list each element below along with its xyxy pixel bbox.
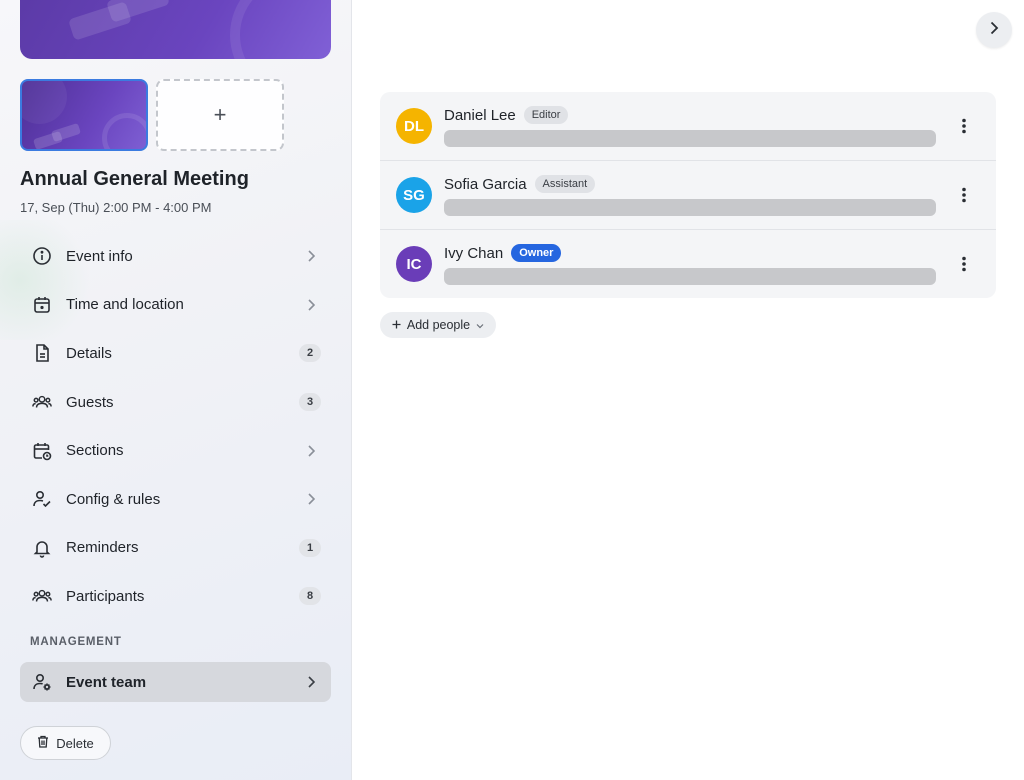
count-badge: 2 (299, 344, 321, 363)
more-options-icon[interactable] (954, 185, 974, 205)
nav-label: Sections (66, 442, 124, 460)
info-icon (32, 246, 52, 266)
member-name-line: Daniel Lee Editor (444, 106, 569, 124)
user-check-icon (32, 489, 52, 509)
event-cover-image (20, 0, 331, 59)
chevron-right-icon (307, 444, 317, 458)
role-badge-owner: Owner (511, 244, 562, 262)
sidebar: + Annual General Meeting 17, Sep (Thu) 2… (0, 0, 352, 780)
member-name: Ivy Chan (444, 245, 504, 262)
document-icon (32, 343, 52, 363)
group-icon (32, 586, 52, 606)
member-name: Daniel Lee (444, 107, 516, 124)
nav-label: Details (66, 344, 112, 362)
member-detail-placeholder (444, 268, 936, 285)
event-team-list: DL Daniel Lee Editor SG Sofia Garcia Assis… (380, 92, 996, 298)
member-name: Sofia Garcia (444, 176, 527, 193)
cover-thumbnail-selected[interactable] (20, 79, 148, 151)
nav-label: Time and location (66, 296, 184, 314)
nav-label: Reminders (66, 539, 139, 557)
team-member-row[interactable]: IC Ivy Chan Owner (380, 230, 996, 298)
avatar: IC (396, 246, 432, 282)
group-icon (32, 392, 52, 412)
chevron-right-icon (307, 298, 317, 312)
nav-item-reminders[interactable]: Reminders 1 (20, 524, 331, 573)
event-nav: Event info Time and location Details 2 G… (20, 232, 331, 621)
role-badge: Editor (523, 106, 569, 124)
chevron-right-icon (307, 675, 317, 689)
nav-item-sections[interactable]: Sections (20, 426, 331, 475)
delete-label: Delete (56, 735, 94, 751)
plus-icon: + (213, 102, 227, 127)
count-badge: 8 (299, 587, 321, 606)
member-name-line: Ivy Chan Owner (444, 244, 562, 262)
member-detail-placeholder (444, 199, 936, 216)
nav-item-config-rules[interactable]: Config & rules (20, 475, 331, 524)
add-people-label: Add people (406, 318, 471, 332)
more-options-icon[interactable] (954, 116, 974, 136)
avatar: SG (396, 177, 432, 213)
chevron-right-icon (307, 492, 317, 506)
delete-event-button[interactable]: Delete (20, 726, 111, 760)
nav-label: Guests (66, 393, 114, 411)
member-name-line: Sofia Garcia Assistant (444, 175, 596, 193)
team-member-row[interactable]: DL Daniel Lee Editor (380, 92, 996, 161)
add-people-button[interactable]: Add people (380, 312, 496, 338)
role-badge: Assistant (534, 175, 596, 193)
more-options-icon[interactable] (954, 254, 974, 274)
nav-label: Config & rules (66, 490, 161, 508)
user-settings-icon (32, 672, 52, 692)
bell-icon (32, 538, 52, 558)
team-member-row[interactable]: SG Sofia Garcia Assistant (380, 161, 996, 230)
nav-item-event-info[interactable]: Event info (20, 232, 331, 281)
nav-label: Event info (66, 247, 133, 265)
calendar-clock-icon (32, 441, 52, 461)
chevron-right-icon (989, 21, 999, 40)
collapse-panel-button[interactable] (976, 12, 1012, 48)
trash-icon (37, 735, 49, 751)
nav-item-event-team[interactable]: Event team (20, 662, 331, 702)
nav-item-time-and-location[interactable]: Time and location (20, 281, 331, 330)
event-title: Annual General Meeting (20, 168, 249, 190)
chevron-right-icon (307, 249, 317, 263)
count-badge: 1 (299, 538, 321, 557)
event-date: 17, Sep (Thu) 2:00 PM - 4:00 PM (20, 200, 212, 215)
avatar: DL (396, 108, 432, 144)
calendar-icon (32, 295, 52, 315)
nav-item-details[interactable]: Details 2 (20, 329, 331, 378)
plus-icon (392, 318, 401, 332)
member-detail-placeholder (444, 130, 936, 147)
count-badge: 3 (299, 393, 321, 412)
nav-label: Event team (66, 673, 147, 691)
nav-item-guests[interactable]: Guests 3 (20, 378, 331, 427)
add-cover-button[interactable]: + (156, 79, 284, 151)
management-section-label: MANAGEMENT (30, 636, 122, 648)
nav-label: Participants (66, 587, 145, 605)
nav-item-participants[interactable]: Participants 8 (20, 572, 331, 621)
chevron-down-icon (476, 318, 484, 332)
